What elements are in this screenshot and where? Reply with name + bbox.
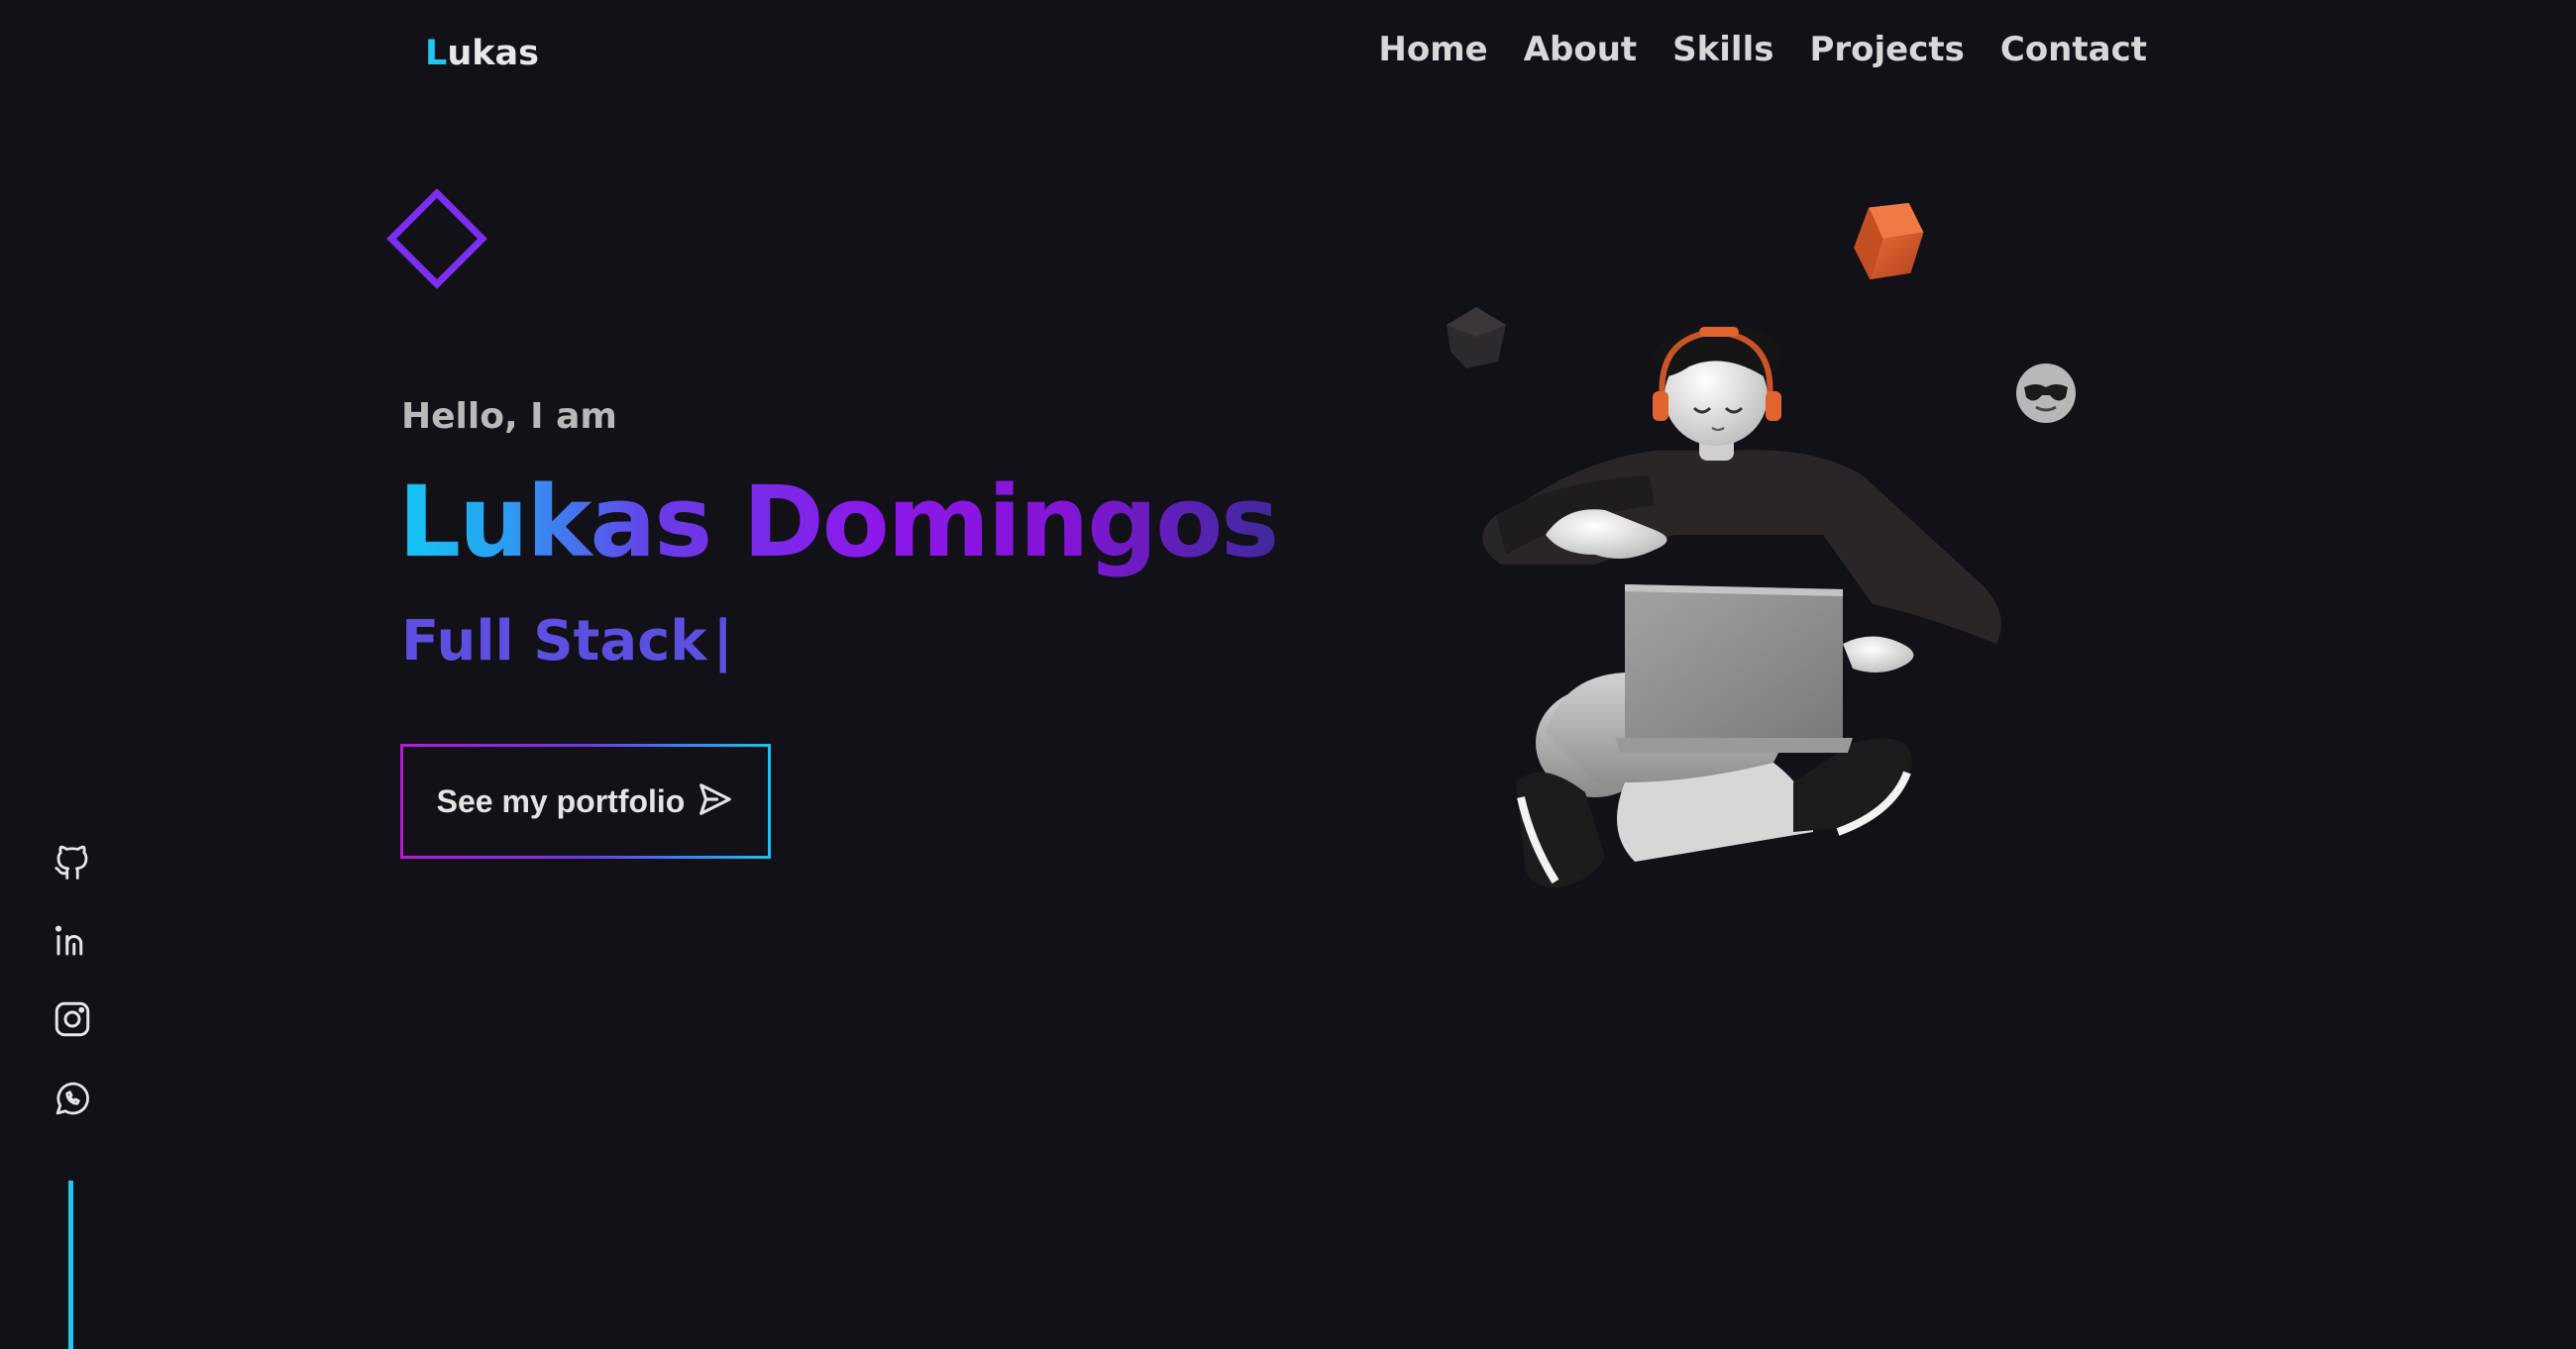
social-links xyxy=(52,840,93,1119)
role-label: Full Stack xyxy=(401,609,707,674)
whatsapp-icon[interactable] xyxy=(52,1078,93,1119)
linkedin-icon[interactable] xyxy=(52,919,93,961)
nav-projects[interactable]: Projects xyxy=(1809,30,1964,69)
logo-initial: L xyxy=(425,34,448,73)
emoji-sunglasses xyxy=(2016,363,2076,423)
nav-skills[interactable]: Skills xyxy=(1672,30,1773,69)
logo[interactable]: Lukas xyxy=(425,34,539,73)
hero-name: Lukas Domingos xyxy=(398,466,1279,579)
nav-home[interactable]: Home xyxy=(1378,30,1487,69)
social-divider-line xyxy=(68,1181,73,1349)
page: Lukas Home About Skills Projects Contact… xyxy=(0,0,2576,1349)
dark-cube xyxy=(1447,307,1506,368)
instagram-icon[interactable] xyxy=(52,998,93,1040)
orange-cube xyxy=(1854,202,1924,280)
see-portfolio-button[interactable]: See my portfolio xyxy=(400,744,771,859)
logo-text: ukas xyxy=(447,34,539,73)
role-text: Full Stack | xyxy=(401,609,733,674)
cta-label: See my portfolio xyxy=(436,782,686,819)
main-nav: Home About Skills Projects Contact xyxy=(1378,30,2147,69)
diamond-shape xyxy=(386,188,487,289)
typing-caret: | xyxy=(712,609,733,674)
hero-illustration xyxy=(1397,149,2091,921)
send-icon xyxy=(697,780,734,822)
nav-contact[interactable]: Contact xyxy=(2000,30,2147,69)
greeting-text: Hello, I am xyxy=(401,396,617,437)
github-icon[interactable] xyxy=(52,840,93,882)
nav-about[interactable]: About xyxy=(1524,30,1637,69)
